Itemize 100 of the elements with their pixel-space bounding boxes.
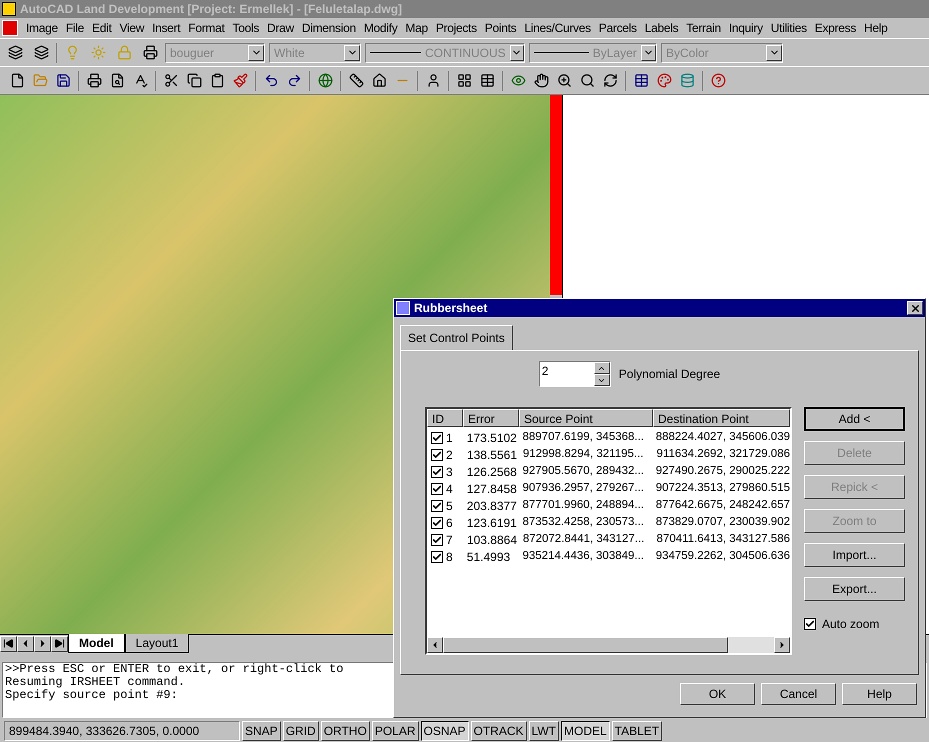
status-toggle[interactable]: ORTHO <box>320 721 370 741</box>
menu-item[interactable]: View <box>115 19 148 37</box>
status-toggle[interactable]: OSNAP <box>420 721 469 741</box>
menu-item[interactable]: Dimension <box>298 19 360 37</box>
row-checkbox[interactable] <box>431 448 443 460</box>
menu-item[interactable]: Points <box>480 19 520 37</box>
menu-item[interactable]: File <box>62 19 88 37</box>
dialog-button[interactable]: Add < <box>804 407 905 431</box>
menu-item[interactable]: Modify <box>360 19 402 37</box>
tab-scroll-button[interactable] <box>34 636 51 652</box>
row-checkbox[interactable] <box>431 550 443 562</box>
row-checkbox[interactable] <box>431 482 443 494</box>
table-cell-text: 907936.2957, 279267... <box>521 480 645 496</box>
column-header[interactable]: Destination Point <box>653 409 790 427</box>
row-checkbox[interactable] <box>431 516 443 528</box>
table-cell-text: 888224.4027, 345606.039 <box>654 430 790 445</box>
column-header[interactable]: Source Point <box>519 409 653 427</box>
horizontal-scrollbar[interactable] <box>427 637 790 653</box>
menu-item[interactable]: Help <box>860 19 892 37</box>
menu-item[interactable]: Labels <box>640 19 682 37</box>
status-toggle[interactable]: SNAP <box>242 721 281 741</box>
menu-item[interactable]: Parcels <box>594 19 641 37</box>
menu-item[interactable]: Lines/Curves <box>520 19 595 37</box>
menu-item[interactable]: Utilities <box>766 19 811 37</box>
tab-scroll-button[interactable] <box>0 636 17 652</box>
table-cell-text: 4 <box>446 480 453 498</box>
table-cell-text: 5 <box>446 498 453 514</box>
menu-item[interactable]: Inquiry <box>724 19 767 37</box>
dialog-tab[interactable]: Set Control Points <box>400 325 513 350</box>
status-toggle[interactable]: POLAR <box>372 721 418 741</box>
dialog-button[interactable]: OK <box>680 683 755 705</box>
dialog-button[interactable]: Cancel <box>761 683 836 705</box>
table-cell-text: 907224.3513, 279860.515 <box>654 480 790 496</box>
table-cell-text: 873829.0707, 230039.902 <box>654 514 790 530</box>
dialog-title: Rubbersheet <box>414 300 488 317</box>
column-header[interactable]: ID <box>427 409 463 427</box>
table-cell-text: 203.8377 <box>466 498 518 514</box>
tab-scroll-button[interactable] <box>51 636 68 652</box>
table-cell-text: 7 <box>446 532 453 548</box>
window-title: AutoCAD Land Development [Project: Ermellek] - [Feluletalap.dwg] <box>20 1 402 18</box>
column-header[interactable]: Error <box>463 409 519 427</box>
table-cell-text: 2 <box>446 446 453 464</box>
line-sample-icon <box>534 52 589 53</box>
table-cell-text: 927905.5670, 289432... <box>521 464 645 479</box>
auto-zoom-checkbox[interactable] <box>804 618 816 630</box>
table-cell-text: 870411.6413, 343127.586 <box>656 532 790 547</box>
table-cell-text: 877642.6675, 248242.657 <box>654 498 790 513</box>
degree-spin-field[interactable]: 2 <box>538 361 611 387</box>
command-line: Specify source point #9: <box>5 689 178 702</box>
menu-item[interactable]: Projects <box>432 19 481 37</box>
menu-item[interactable]: Express <box>810 19 860 37</box>
spin-down-icon[interactable] <box>594 374 610 386</box>
table-cell-text: 103.8864 <box>466 532 518 548</box>
table-cell-text: 889707.6199, 345368... <box>521 430 645 445</box>
row-checkbox[interactable] <box>431 534 443 546</box>
menu-item[interactable]: Tools <box>228 19 264 37</box>
layout-tab[interactable]: Model <box>68 634 125 653</box>
status-toggle[interactable]: LWT <box>528 721 559 741</box>
close-button[interactable] <box>907 301 923 315</box>
table-cell-text: 8 <box>446 548 453 566</box>
command-line: Resuming IRSHEET command. <box>5 676 186 689</box>
menu-item[interactable]: Draw <box>263 19 298 37</box>
table-cell-text: 873532.4258, 230573... <box>521 514 645 530</box>
table-cell-text: 927490.2675, 290025.222 <box>654 464 790 479</box>
status-toggle[interactable]: TABLET <box>612 721 662 741</box>
menu-item[interactable]: Image <box>22 19 62 37</box>
menu-item[interactable]: Edit <box>88 19 116 37</box>
table-cell-text: 51.4993 <box>466 548 512 566</box>
layout-tab[interactable]: Layout1 <box>124 634 190 653</box>
dialog-button[interactable]: Export... <box>804 577 905 601</box>
menu-item[interactable]: Terrain <box>682 19 725 37</box>
dialog-button[interactable]: Import... <box>804 543 905 567</box>
last-arrow-icon <box>54 638 65 649</box>
status-toggle[interactable]: OTRACK <box>470 721 527 741</box>
table-cell-text: 935214.4436, 303849... <box>521 548 645 564</box>
table-cell-text: 912998.8294, 321195... <box>522 446 644 462</box>
spin-up-icon[interactable] <box>594 362 610 374</box>
table-cell-text: 872072.8441, 343127... <box>522 532 646 547</box>
command-line: >>Press ESC or ENTER to exit, or right-click to <box>5 663 344 676</box>
table-cell-text: 877701.9960, 248894... <box>521 498 645 513</box>
table-cell-text: 934759.2262, 304506.636 <box>654 548 790 564</box>
table-cell-text: 127.8458 <box>466 480 518 498</box>
menu-item[interactable]: Insert <box>148 19 184 37</box>
status-toggle[interactable]: MODEL <box>560 721 610 741</box>
row-checkbox[interactable] <box>431 432 443 444</box>
table-cell-text: 3 <box>446 464 453 480</box>
menu-item[interactable]: Map <box>401 19 432 37</box>
line-sample-icon <box>370 52 422 53</box>
menu-item[interactable]: Format <box>184 19 229 37</box>
table-cell-text: 126.2568 <box>466 464 518 480</box>
checkbox-label: Auto zoom <box>822 616 880 633</box>
table-cell-text: 6 <box>446 514 453 532</box>
dialog-button[interactable]: Help <box>842 683 917 705</box>
first-arrow-icon <box>3 638 14 649</box>
status-toggle[interactable]: GRID <box>282 721 319 741</box>
table-cell-text: 173.5102 <box>466 430 518 446</box>
dialog-icon <box>396 301 410 315</box>
tab-scroll-button[interactable] <box>17 636 34 652</box>
row-checkbox[interactable] <box>431 500 443 512</box>
row-checkbox[interactable] <box>431 466 443 478</box>
